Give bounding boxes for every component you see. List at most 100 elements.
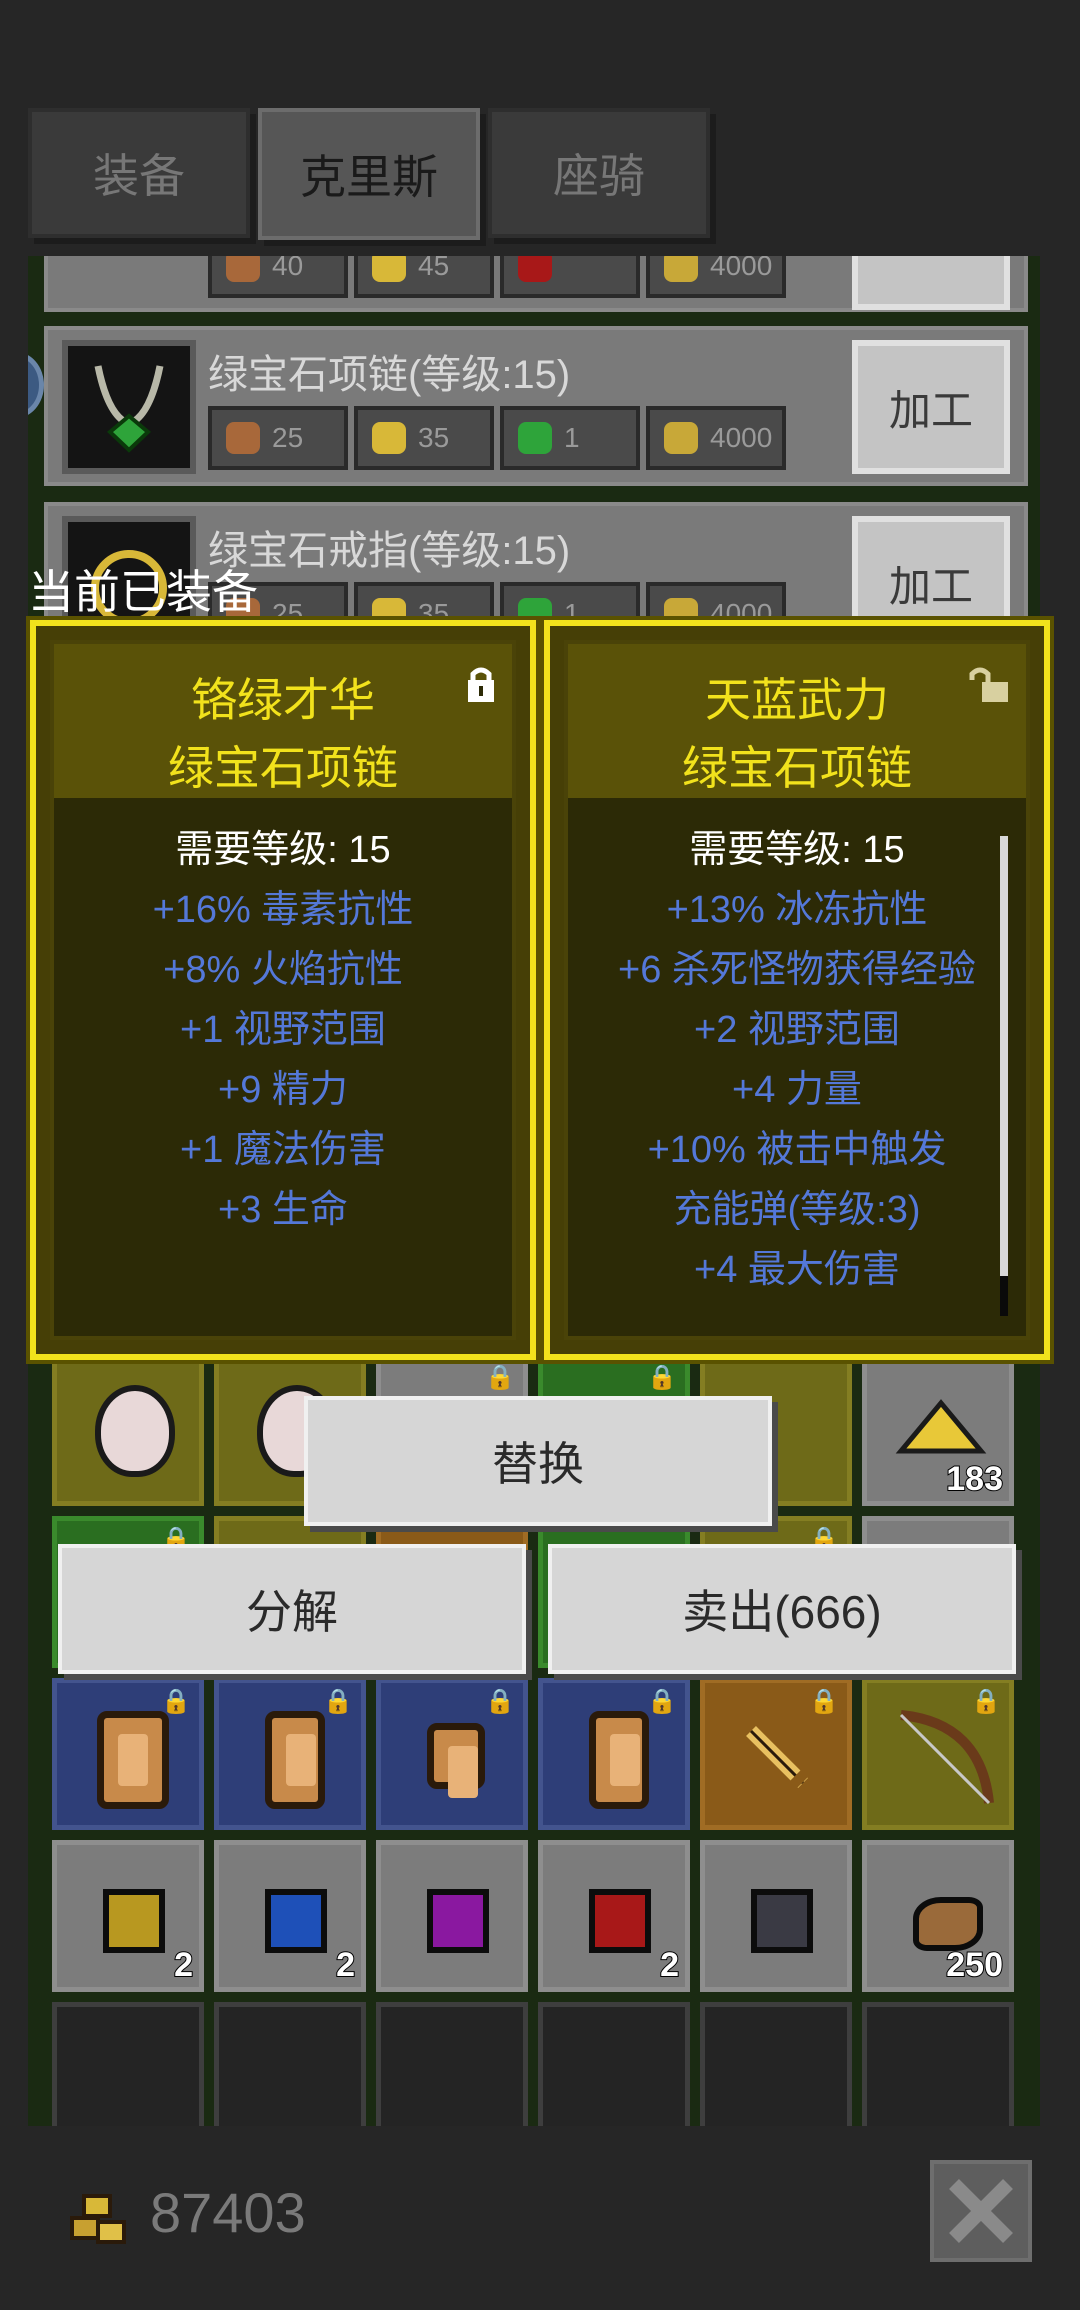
cheese-icon xyxy=(895,1399,987,1454)
stat-line: +4 最大伤害 xyxy=(694,1249,900,1291)
inventory-slot[interactable] xyxy=(862,2002,1014,2126)
material-emerald: 1 xyxy=(500,406,640,470)
egg-icon xyxy=(95,1385,175,1477)
craft-button[interactable]: 加工 xyxy=(852,340,1010,474)
disassemble-button[interactable]: 分解 xyxy=(58,1544,526,1674)
necklace-icon xyxy=(62,340,196,474)
inventory-slot[interactable] xyxy=(52,1354,204,1506)
material-gold: 4000 xyxy=(646,406,786,470)
sleep-badge[interactable]: zz xyxy=(28,352,44,418)
ruby-icon xyxy=(589,1889,651,1953)
stats-scrollbar[interactable] xyxy=(1000,836,1008,1316)
material-ruby xyxy=(500,256,640,298)
item-type: 绿宝石项链 xyxy=(168,741,398,795)
card-inner: 天蓝武力 绿宝石项链 需要等级: 15 +13% 冰冻抗性 +6 杀死怪物获得经… xyxy=(564,640,1030,1340)
lock-icon: 🔒 xyxy=(647,1687,677,1715)
item-type: 绿宝石项链 xyxy=(682,741,912,795)
item-count: 2 xyxy=(335,1945,356,1985)
replace-button[interactable]: 替换 xyxy=(304,1396,772,1526)
item-count: 2 xyxy=(173,1945,194,1985)
close-button[interactable] xyxy=(930,2160,1032,2262)
ore-icon xyxy=(913,1897,983,1951)
bow-icon xyxy=(899,1710,994,1805)
cheese-icon xyxy=(372,422,406,454)
inventory-slot[interactable]: 🔒 xyxy=(52,1678,204,1830)
inventory-slot[interactable] xyxy=(214,2002,366,2126)
item-count: 2 xyxy=(659,1945,680,1985)
craft-button[interactable] xyxy=(852,256,1010,310)
scroll-icon xyxy=(589,1711,649,1809)
card-stats: 需要等级: 15 +13% 冰冻抗性 +6 杀死怪物获得经验 +2 视野范围 +… xyxy=(568,820,1026,1300)
item-count: 183 xyxy=(945,1459,1004,1499)
scroll-icon xyxy=(97,1711,169,1809)
compare-item-card: 天蓝武力 绿宝石项链 需要等级: 15 +13% 冰冻抗性 +6 杀死怪物获得经… xyxy=(544,620,1050,1360)
stat-line: +13% 冰冻抗性 xyxy=(666,889,928,931)
inventory-slot[interactable]: 🔒 xyxy=(214,1678,366,1830)
scroll-icon xyxy=(265,1711,325,1809)
cheese-icon xyxy=(372,256,406,282)
close-icon xyxy=(949,2179,1013,2243)
card-header: 铬绿才华 绿宝石项链 xyxy=(54,644,512,798)
stat-line: +6 杀死怪物获得经验 xyxy=(618,949,976,991)
craft-row: 绿宝石项链(等级:15) 25 35 1 4000 加工 xyxy=(44,326,1028,486)
sapphire-icon xyxy=(265,1889,327,1953)
inventory-slot[interactable]: 2 xyxy=(52,1840,204,1992)
lock-icon: 🔒 xyxy=(485,1687,515,1715)
material-gold: 4000 xyxy=(646,256,786,298)
equipped-item-card: 铬绿才华 绿宝石项链 需要等级: 15 +16% 毒素抗性 +8% 火焰抗性 +… xyxy=(30,620,536,1360)
tab-mount[interactable]: 座骑 xyxy=(488,108,710,238)
gold-icon xyxy=(664,422,698,454)
gold-amount: 87403 xyxy=(150,2181,306,2244)
tab-chris[interactable]: 克里斯 xyxy=(258,108,480,240)
lock-icon: 🔒 xyxy=(647,1363,677,1391)
material-wood: 25 xyxy=(208,406,348,470)
unlock-icon[interactable] xyxy=(968,664,1012,704)
inventory-slot[interactable]: 🔒 xyxy=(376,1678,528,1830)
inventory-slot[interactable]: 250 xyxy=(862,1840,1014,1992)
lock-icon: 🔒 xyxy=(485,1363,515,1391)
craft-title: 绿宝石项链(等级:15) xyxy=(208,353,571,397)
craft-title: 绿宝石戒指(等级:15) xyxy=(208,529,571,573)
sell-button[interactable]: 卖出(666) xyxy=(548,1544,1016,1674)
card-header: 天蓝武力 绿宝石项链 xyxy=(568,644,1026,798)
inventory-slot[interactable]: 🔒 xyxy=(862,1678,1014,1830)
topaz-icon xyxy=(103,1889,165,1953)
stat-line: +10% 被击中触发 xyxy=(647,1129,947,1171)
stat-line: +1 视野范围 xyxy=(180,1009,386,1051)
inventory-slot[interactable]: 🔒 xyxy=(538,1678,690,1830)
card-stats: 需要等级: 15 +16% 毒素抗性 +8% 火焰抗性 +1 视野范围 +9 精… xyxy=(54,820,512,1240)
tab-equipment[interactable]: 装备 xyxy=(28,108,250,238)
gold-icon xyxy=(664,256,698,282)
stat-line: +8% 火焰抗性 xyxy=(163,949,403,991)
emerald-icon xyxy=(518,422,552,454)
item-name: 铬绿才华 xyxy=(191,673,375,727)
card-inner: 铬绿才华 绿宝石项链 需要等级: 15 +16% 毒素抗性 +8% 火焰抗性 +… xyxy=(50,640,516,1340)
stat-line: 充能弹(等级:3) xyxy=(673,1189,921,1231)
scrollbar-thumb[interactable] xyxy=(1000,836,1008,1276)
material-wood: 40 xyxy=(208,256,348,298)
inventory-slot[interactable]: 🔒 xyxy=(700,1678,852,1830)
lock-icon: 🔒 xyxy=(161,1687,191,1715)
inventory-slot[interactable]: 183 xyxy=(862,1354,1014,1506)
material-cheese: 35 xyxy=(354,406,494,470)
lock-icon[interactable] xyxy=(464,664,498,704)
inventory-slot[interactable]: 2 xyxy=(538,1840,690,1992)
scroll-icon xyxy=(427,1723,485,1798)
equipped-title: 当前已装备 xyxy=(28,565,258,619)
game-screen: 装备 克里斯 座骑 40 45 4000 绿宝石项链(等级:15) 25 35 … xyxy=(0,0,1080,2310)
inventory-slot[interactable]: 2 xyxy=(214,1840,366,1992)
material-cheese: 45 xyxy=(354,256,494,298)
inventory-slot[interactable] xyxy=(52,2002,204,2126)
lock-icon: 🔒 xyxy=(323,1687,353,1715)
inventory-slot[interactable] xyxy=(538,2002,690,2126)
inventory-slot[interactable] xyxy=(700,2002,852,2126)
level-requirement: 需要等级: 15 xyxy=(689,829,905,871)
inventory-slot[interactable] xyxy=(376,2002,528,2126)
inventory-slot[interactable] xyxy=(700,1840,852,1992)
stat-line: +9 精力 xyxy=(218,1069,348,1111)
amethyst-icon xyxy=(427,1889,489,1953)
item-name: 天蓝武力 xyxy=(705,673,889,727)
stat-line: +3 生命 xyxy=(218,1189,348,1231)
level-requirement: 需要等级: 15 xyxy=(175,829,391,871)
inventory-slot[interactable] xyxy=(376,1840,528,1992)
